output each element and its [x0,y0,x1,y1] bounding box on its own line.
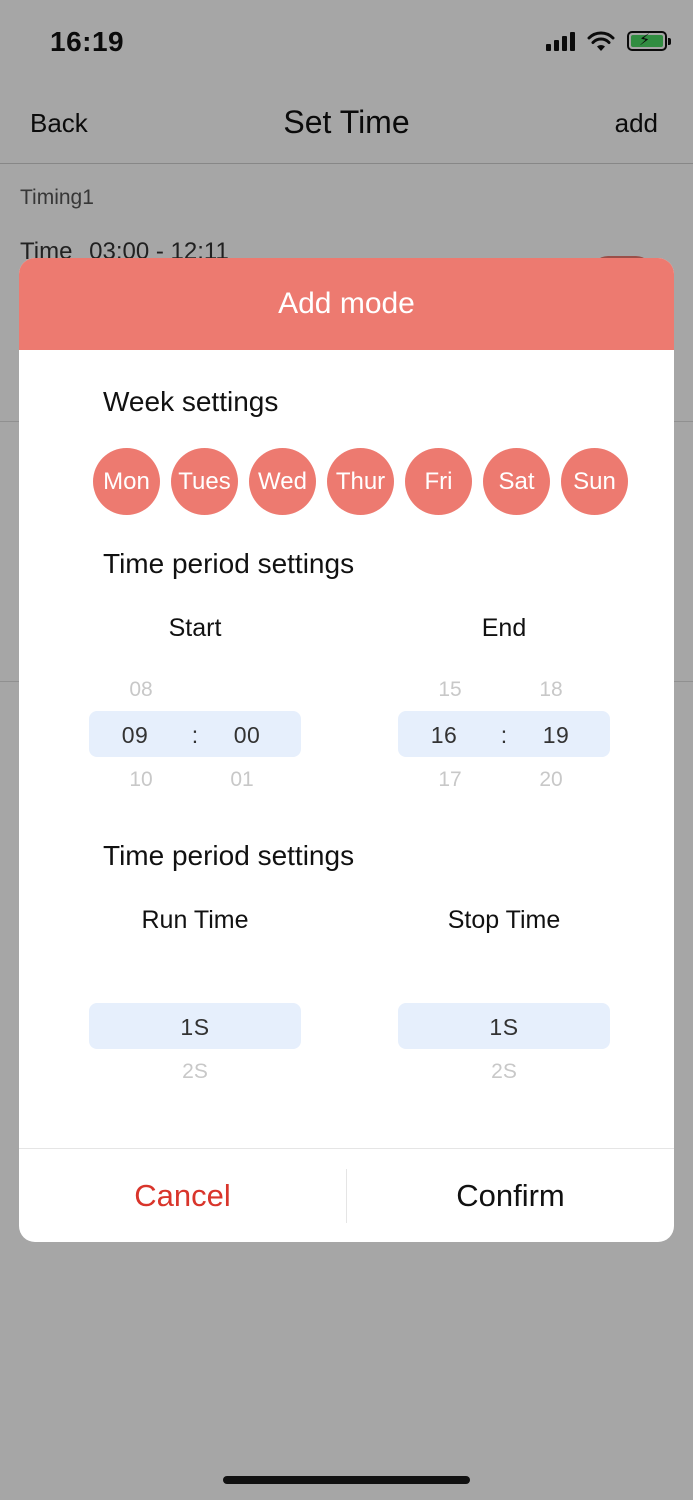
week-settings-title: Week settings [103,386,279,417]
end-minute-prev: 18 [539,678,563,701]
stop-time-label: Stop Time [447,906,561,934]
start-hour-prev: 08 [129,678,153,701]
run-stop-title: Time period settings [103,840,355,871]
day-fri-button[interactable]: Fri [405,448,472,515]
day-sat-button[interactable]: Sat [483,448,550,515]
modal-title: Add mode [19,258,674,350]
start-minute-next: 01 [230,768,254,791]
start-separator: : [191,722,199,748]
start-label: Start [168,614,222,642]
stop-time-picker[interactable]: 1S 2S [398,960,610,1090]
cancel-button[interactable]: Cancel [19,1149,346,1242]
run-time-picker[interactable]: 1S 2S [89,960,301,1090]
day-mon-button[interactable]: Mon [93,448,160,515]
run-time-next: 2S [182,1060,208,1083]
modal-footer: Cancel Confirm [19,1148,674,1242]
end-minute-next: 20 [539,768,563,791]
start-minute-selected[interactable]: 00 [207,722,287,749]
day-tues-button[interactable]: Tues [171,448,238,515]
end-label: End [481,614,527,642]
start-hour-selected[interactable]: 09 [95,722,175,749]
end-time-picker[interactable]: 15 16 17 : 18 19 20 [398,668,610,798]
add-mode-modal: Add mode Week settings Mon Tues Wed Thur… [19,258,674,1242]
confirm-button[interactable]: Confirm [347,1149,674,1242]
home-indicator[interactable] [223,1476,470,1484]
end-hour-next: 17 [438,768,462,791]
stop-time-selected[interactable]: 1S [464,1014,544,1041]
time-period-title: Time period settings [103,548,355,579]
start-hour-next: 10 [129,768,153,791]
week-days: Mon Tues Wed Thur Fri Sat Sun [93,448,628,515]
end-hour-prev: 15 [438,678,462,701]
end-minute-selected[interactable]: 19 [516,722,596,749]
end-hour-selected[interactable]: 16 [404,722,484,749]
start-time-picker[interactable]: 08 09 10 : 00 01 [89,668,301,798]
run-time-selected[interactable]: 1S [155,1014,235,1041]
day-wed-button[interactable]: Wed [249,448,316,515]
day-thur-button[interactable]: Thur [327,448,394,515]
stop-time-next: 2S [491,1060,517,1083]
run-time-label: Run Time [141,906,249,934]
end-separator: : [500,722,508,748]
day-sun-button[interactable]: Sun [561,448,628,515]
